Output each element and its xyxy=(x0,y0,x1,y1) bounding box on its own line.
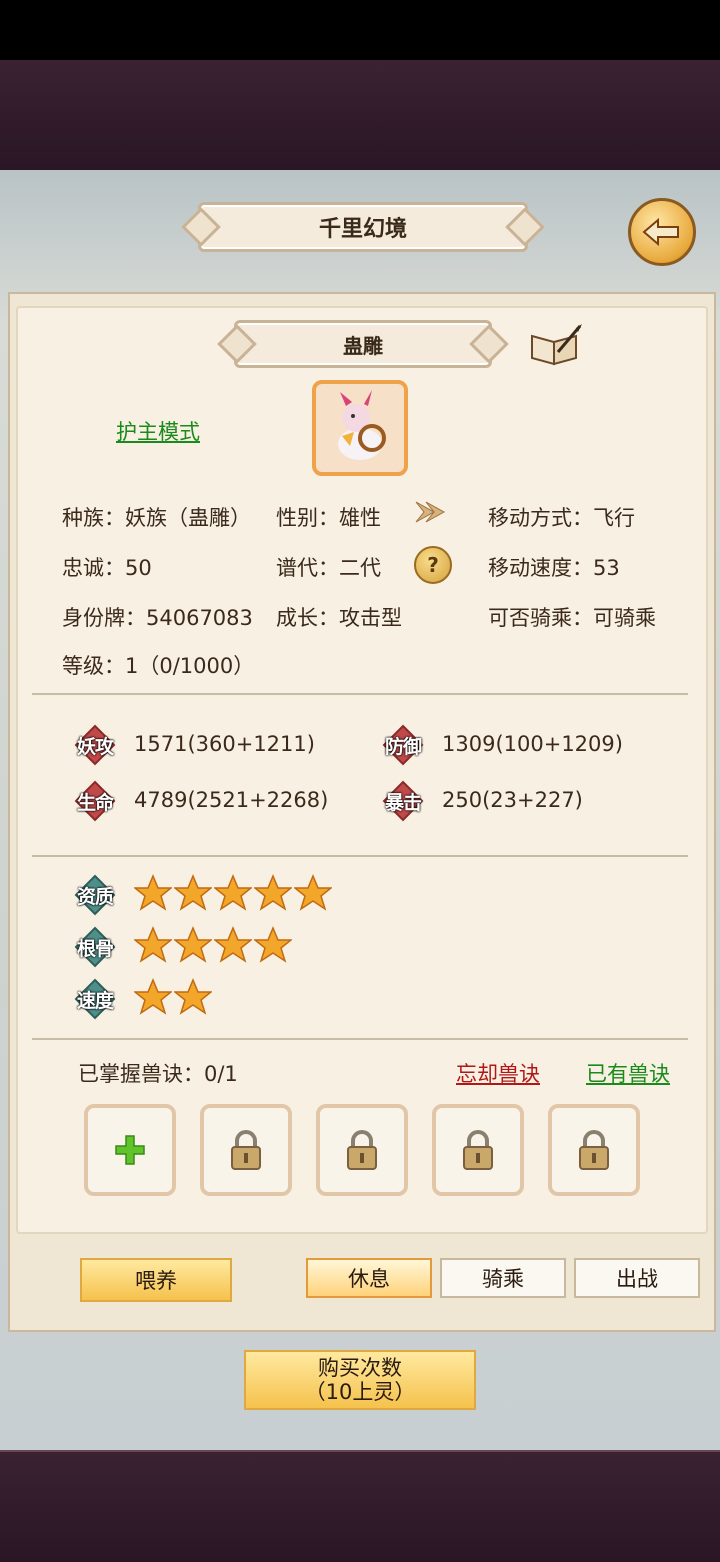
level-text: 等级：1（0/1000） xyxy=(62,654,255,678)
growth-text: 成长：攻击型 xyxy=(276,606,402,630)
move-speed-text: 移动速度：53 xyxy=(488,556,620,580)
star-icon xyxy=(292,874,334,916)
stat-label: 妖攻 xyxy=(76,735,114,758)
top-decor-band xyxy=(0,60,720,172)
star-icon xyxy=(212,926,254,968)
owned-skills-link[interactable]: 已有兽诀 xyxy=(586,1058,670,1088)
page-title-text: 千里幻境 xyxy=(318,217,407,242)
skills-mastered-text: 已掌握兽诀：0/1 xyxy=(78,1062,238,1086)
bottom-decor-band xyxy=(0,1450,720,1562)
page-title: 千里幻境 xyxy=(198,202,528,252)
divider xyxy=(32,1038,688,1040)
id-card-text: 身份牌：54067083 xyxy=(62,606,253,630)
pet-name: 蛊雕 xyxy=(343,333,383,358)
guard-mode-link[interactable]: 护主模式 xyxy=(116,416,200,446)
pet-portrait-icon xyxy=(338,390,386,460)
buy-times-button[interactable]: 购买次数 （10上灵） xyxy=(244,1350,476,1410)
rating-label: 根骨 xyxy=(76,937,114,960)
star-icon xyxy=(132,926,174,968)
stat-badge-crit: 暴击 xyxy=(382,780,424,822)
star-icon xyxy=(212,874,254,916)
rating-stars-aptitude xyxy=(132,874,334,916)
lock-icon xyxy=(463,1130,493,1170)
rest-tab[interactable]: 休息 xyxy=(306,1258,432,1298)
skill-slot-locked[interactable] xyxy=(432,1104,524,1196)
feed-button[interactable]: 喂养 xyxy=(80,1258,232,1302)
skill-slot-add[interactable] xyxy=(84,1104,176,1196)
generation-text: 谱代：二代 xyxy=(276,556,381,580)
buy-label: 购买次数 xyxy=(318,1356,402,1380)
book-quill-icon[interactable] xyxy=(528,322,584,368)
star-icon xyxy=(132,874,174,916)
divider xyxy=(32,693,688,695)
star-icon xyxy=(172,978,214,1020)
divider xyxy=(32,855,688,857)
stat-label: 防御 xyxy=(384,735,422,758)
feed-label: 喂养 xyxy=(135,1269,177,1293)
forget-skill-link[interactable]: 忘却兽诀 xyxy=(456,1058,540,1088)
stat-badge-attack: 妖攻 xyxy=(74,724,116,766)
star-icon xyxy=(172,926,214,968)
rating-badge-aptitude: 资质 xyxy=(74,874,116,916)
rideable-text: 可否骑乘：可骑乘 xyxy=(488,606,656,630)
stat-badge-hp: 生命 xyxy=(74,780,116,822)
rating-label: 资质 xyxy=(76,885,114,908)
rest-label: 休息 xyxy=(348,1267,390,1291)
loyalty-text: 忠诚：50 xyxy=(62,556,152,580)
race-text: 种族：妖族（蛊雕） xyxy=(62,506,251,530)
rating-badge-speed: 速度 xyxy=(74,978,116,1020)
status-bar xyxy=(0,0,720,60)
buy-cost: （10上灵） xyxy=(304,1380,416,1404)
star-icon xyxy=(252,874,294,916)
back-arrow-icon xyxy=(642,217,679,247)
stat-label: 暴击 xyxy=(384,791,422,814)
lock-icon xyxy=(231,1130,261,1170)
skill-slot-locked[interactable] xyxy=(200,1104,292,1196)
rating-stars-bone xyxy=(132,926,294,968)
star-icon xyxy=(172,874,214,916)
stat-value-defense: 1309(100+1209) xyxy=(442,732,623,756)
lock-icon xyxy=(579,1130,609,1170)
pet-name-banner: 蛊雕 xyxy=(234,320,492,368)
move-type-text: 移动方式：飞行 xyxy=(488,506,635,530)
pet-avatar[interactable] xyxy=(312,380,408,476)
lock-icon xyxy=(347,1130,377,1170)
skill-slot-locked[interactable] xyxy=(316,1104,408,1196)
skill-slot-locked[interactable] xyxy=(548,1104,640,1196)
gender-text: 性别：雄性 xyxy=(276,506,381,530)
stat-badge-defense: 防御 xyxy=(382,724,424,766)
stat-value-crit: 250(23+227) xyxy=(442,788,583,812)
plus-icon xyxy=(115,1135,145,1165)
rating-badge-bone: 根骨 xyxy=(74,926,116,968)
battle-tab[interactable]: 出战 xyxy=(574,1258,700,1298)
star-icon xyxy=(252,926,294,968)
rating-stars-speed xyxy=(132,978,214,1020)
stat-value-hp: 4789(2521+2268) xyxy=(134,788,329,812)
swap-arrow-icon[interactable] xyxy=(412,496,448,528)
stat-value-attack: 1571(360+1211) xyxy=(134,732,315,756)
battle-label: 出战 xyxy=(616,1267,658,1291)
stat-label: 生命 xyxy=(76,791,114,814)
help-icon[interactable]: ? xyxy=(414,546,452,584)
back-button[interactable] xyxy=(628,198,696,266)
rating-label: 速度 xyxy=(76,989,114,1012)
ride-label: 骑乘 xyxy=(482,1267,524,1291)
star-icon xyxy=(132,978,174,1020)
ride-tab[interactable]: 骑乘 xyxy=(440,1258,566,1298)
